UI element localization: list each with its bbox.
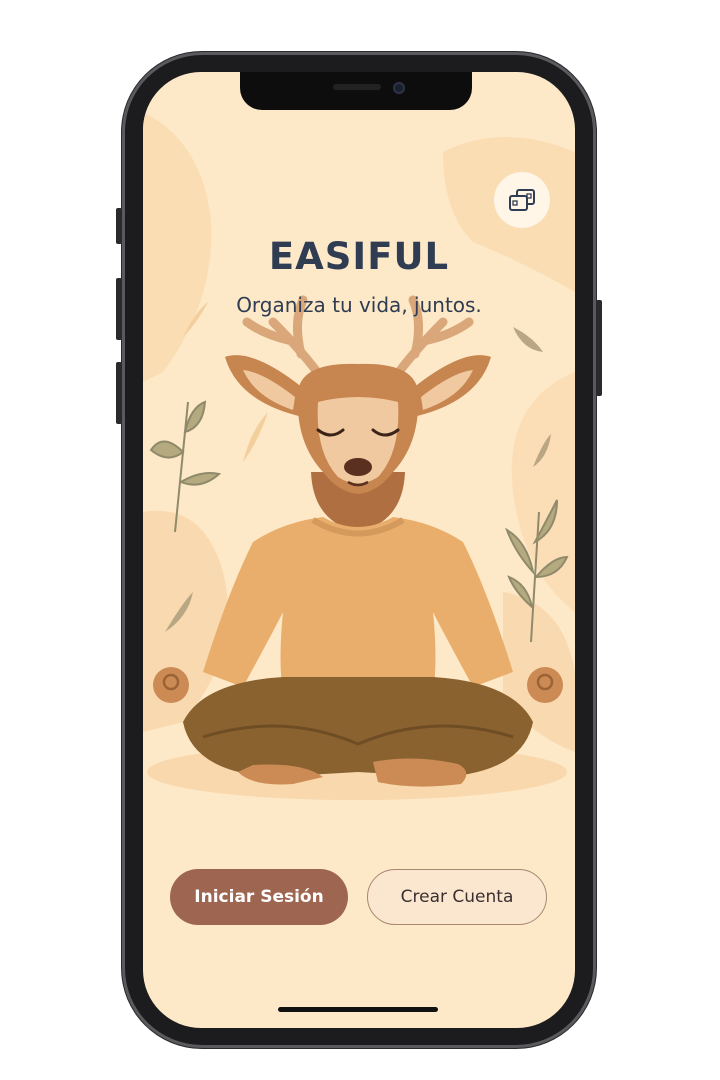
- login-button[interactable]: Iniciar Sesión: [170, 869, 348, 925]
- switch-screens-icon: [509, 189, 535, 211]
- switch-screens-button[interactable]: [494, 172, 550, 228]
- speaker-grille: [333, 84, 381, 90]
- meditating-deer-icon: [153, 295, 563, 787]
- volume-down-button: [116, 362, 122, 424]
- home-indicator[interactable]: [278, 1007, 438, 1012]
- app-title: EASIFUL: [268, 235, 450, 278]
- notch: [240, 72, 472, 110]
- create-account-button[interactable]: Crear Cuenta: [367, 869, 547, 925]
- power-button: [596, 300, 602, 396]
- app-tagline: Organiza tu vida, juntos.: [236, 293, 482, 317]
- app-screen: EASIFUL Organiza tu vida, juntos. Inicia…: [143, 72, 575, 1028]
- mute-switch: [116, 208, 122, 244]
- front-camera: [393, 82, 405, 94]
- volume-up-button: [116, 278, 122, 340]
